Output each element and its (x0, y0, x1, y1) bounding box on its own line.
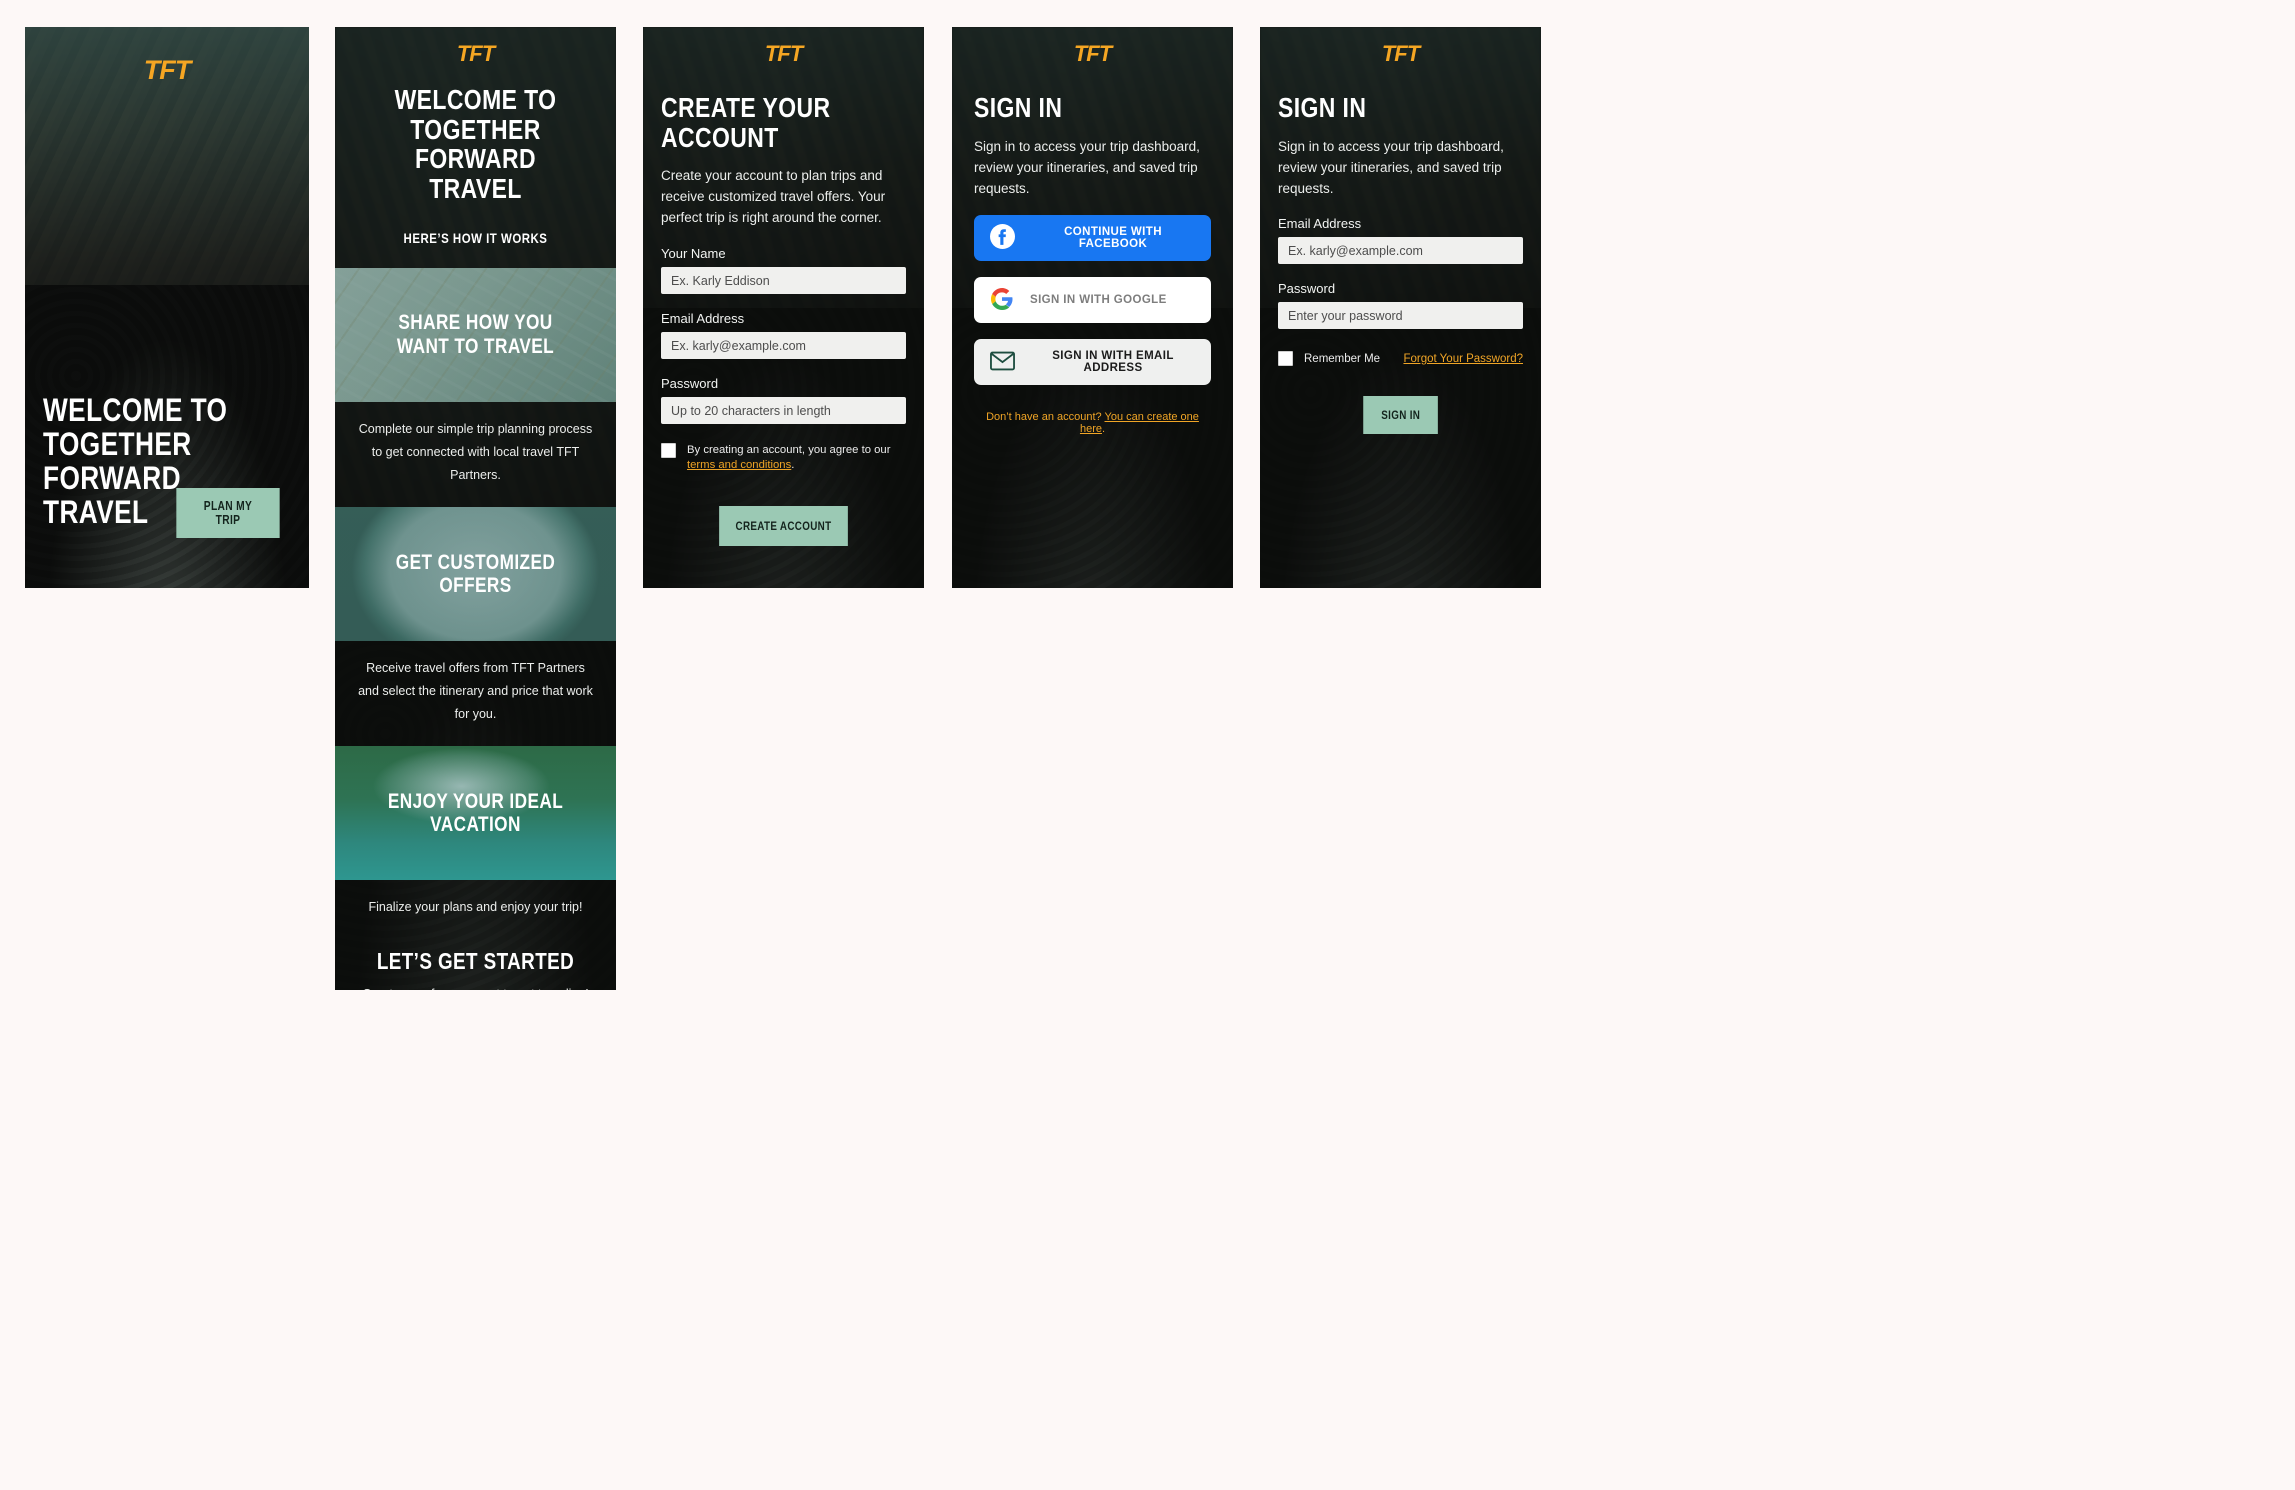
terms-row: By creating an account, you agree to our… (661, 443, 906, 474)
screen-sign-in-email: TFT SIGN IN Sign in to access your trip … (1260, 27, 1541, 588)
step-image: GET CUSTOMIZED OFFERS (335, 507, 616, 642)
footer-text-suffix: . (1101, 423, 1106, 436)
page-lead-text: Create your account to plan trips and re… (661, 168, 886, 226)
password-field-group: Password (661, 376, 906, 425)
password-input[interactable] (661, 397, 906, 425)
name-field-group: Your Name (661, 246, 906, 295)
screen-how-it-works: TFT WELCOME TO TOGETHER FORWARD TRAVEL H… (335, 27, 616, 990)
tft-logo: TFT (764, 41, 803, 66)
step-heading: GET CUSTOMIZED OFFERS (395, 550, 556, 598)
screen-create-account: TFT CREATE YOUR ACCOUNT Create your acco… (643, 27, 924, 588)
create-account-footer: Don’t have an account? You can create on… (974, 411, 1211, 435)
password-input[interactable] (1278, 302, 1523, 330)
tft-logo: TFT (1381, 41, 1420, 66)
sign-in-button[interactable]: SIGN IN (1362, 396, 1439, 435)
header: TFT WELCOME TO TOGETHER FORWARD TRAVEL (335, 27, 616, 204)
step-caption: Finalize your plans and enjoy your trip! (368, 900, 583, 915)
page-lead-text: Sign in to access your trip dashboard, r… (1278, 138, 1504, 196)
create-account-button[interactable]: CREATE ACCOUNT (719, 505, 848, 546)
google-button-label: SIGN IN WITH GOOGLE (1030, 294, 1167, 307)
screen-sign-in-social: TFT SIGN IN Sign in to access your trip … (952, 27, 1233, 588)
page-title: SIGN IN (1278, 92, 1367, 123)
terms-suffix: . (791, 459, 795, 472)
welcome-hero: WELCOME TO TOGETHER FORWARD TRAVEL PLAN … (43, 393, 291, 538)
step-heading: SHARE HOW YOU WANT TO TRAVEL (396, 311, 555, 358)
get-started-section: LET’S GET STARTED Create your free accou… (335, 924, 616, 990)
email-field-label: Email Address (661, 311, 745, 327)
plan-my-trip-button[interactable]: PLAN MY TRIP (176, 488, 280, 538)
sign-in-with-google-button[interactable]: SIGN IN WITH GOOGLE (974, 277, 1211, 324)
footer-text-prefix: Don’t have an account? (986, 411, 1105, 424)
remember-forgot-row: Remember Me Forgot Your Password? (1278, 351, 1523, 367)
step-image: SHARE HOW YOU WANT TO TRAVEL (335, 267, 616, 402)
name-input[interactable] (661, 267, 906, 295)
remember-me-group[interactable]: Remember Me (1278, 351, 1381, 367)
tft-logo: TFT (1073, 41, 1112, 66)
screens-board: TFT WELCOME TO TOGETHER FORWARD TRAVEL P… (0, 0, 2295, 1490)
get-started-subtext: Create your free account to get travelin… (335, 987, 616, 990)
email-input[interactable] (661, 332, 906, 360)
password-field-group: Password (1278, 281, 1523, 330)
step-caption: Complete our simple trip planning proces… (358, 421, 593, 482)
email-button-label: SIGN IN WITH EMAIL ADDRESS (1052, 350, 1174, 375)
tft-logo: TFT (143, 55, 191, 85)
email-field-label: Email Address (1278, 216, 1362, 232)
email-field-group: Email Address (1278, 216, 1523, 265)
remember-me-label: Remember Me (1304, 352, 1381, 365)
page-title: WELCOME TO TOGETHER FORWARD TRAVEL (394, 84, 557, 205)
sign-in-with-email-button[interactable]: SIGN IN WITH EMAIL ADDRESS (974, 339, 1211, 386)
step-card: GET CUSTOMIZED OFFERS Receive travel off… (335, 507, 616, 746)
step-image: ENJOY YOUR IDEAL VACATION (335, 746, 616, 881)
page-title: SIGN IN (974, 92, 1063, 123)
step-card: ENJOY YOUR IDEAL VACATION Finalize your … (335, 746, 616, 923)
terms-prefix: By creating an account, you agree to our (687, 444, 891, 457)
page-title: CREATE YOUR ACCOUNT (661, 92, 831, 153)
section-subtitle: HERE’S HOW IT WORKS (403, 229, 548, 246)
google-icon (990, 287, 1014, 314)
tft-logo: TFT (456, 41, 495, 66)
continue-with-facebook-button[interactable]: CONTINUE WITH FACEBOOK (974, 215, 1211, 262)
facebook-icon (990, 224, 1015, 252)
name-field-label: Your Name (661, 246, 726, 262)
password-field-label: Password (661, 376, 719, 392)
terms-text: By creating an account, you agree to our… (687, 443, 906, 474)
envelope-icon (990, 351, 1015, 374)
terms-and-conditions-link[interactable]: terms and conditions (687, 459, 791, 471)
get-started-heading: LET’S GET STARTED (376, 947, 575, 974)
terms-checkbox[interactable] (661, 443, 676, 459)
step-caption: Receive travel offers from TFT Partners … (358, 661, 593, 722)
screen-welcome: TFT WELCOME TO TOGETHER FORWARD TRAVEL P… (25, 27, 309, 588)
remember-me-checkbox[interactable] (1278, 351, 1293, 367)
password-field-label: Password (1278, 281, 1336, 297)
step-card: SHARE HOW YOU WANT TO TRAVEL Complete ou… (335, 267, 616, 507)
email-field-group: Email Address (661, 311, 906, 360)
forgot-password-link[interactable]: Forgot Your Password? (1403, 353, 1523, 365)
page-lead-text: Sign in to access your trip dashboard, r… (974, 138, 1200, 196)
step-heading: ENJOY YOUR IDEAL VACATION (387, 789, 564, 837)
email-input[interactable] (1278, 237, 1523, 265)
facebook-button-label: CONTINUE WITH FACEBOOK (1064, 226, 1162, 251)
